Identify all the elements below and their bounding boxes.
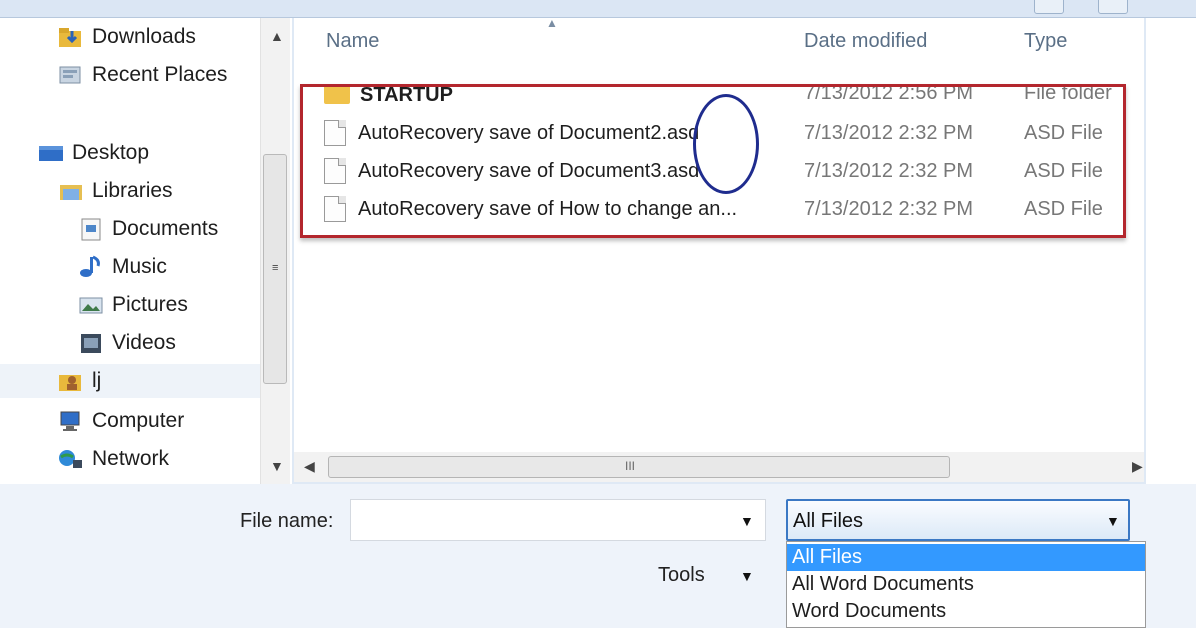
horizontal-scrollbar[interactable]: ◀ III ▶ bbox=[294, 452, 1144, 482]
nav-item-label: Libraries bbox=[92, 179, 173, 202]
nav-item-user-lj[interactable]: lj bbox=[0, 364, 260, 398]
column-header-name[interactable]: Name bbox=[326, 30, 379, 53]
nav-item-desktop[interactable]: Desktop bbox=[38, 136, 149, 170]
file-name-dropdown-arrow-icon[interactable]: ▼ bbox=[740, 513, 754, 529]
oval-annotation bbox=[693, 94, 759, 194]
file-type-option[interactable]: All Files bbox=[787, 544, 1145, 571]
nav-item-downloads[interactable]: Downloads bbox=[58, 20, 196, 54]
recent-places-icon bbox=[58, 63, 84, 87]
music-note-icon bbox=[78, 255, 104, 279]
horizontal-scrollbar-thumb[interactable]: III bbox=[328, 456, 950, 478]
nav-item-label: Downloads bbox=[92, 25, 196, 48]
nav-item-music[interactable]: Music bbox=[78, 250, 167, 284]
videos-icon bbox=[78, 331, 104, 355]
libraries-icon bbox=[58, 179, 84, 203]
chevron-down-icon[interactable]: ▼ bbox=[1106, 513, 1120, 529]
scroll-down-arrow-icon[interactable]: ▼ bbox=[270, 458, 284, 474]
view-options-button[interactable] bbox=[1034, 0, 1064, 14]
desktop-icon bbox=[38, 141, 64, 165]
nav-item-documents[interactable]: Documents bbox=[78, 212, 218, 246]
file-type-filter-value: All Files bbox=[793, 510, 864, 532]
file-type-options-list: All Files All Word Documents Word Docume… bbox=[786, 541, 1146, 628]
right-margin bbox=[1146, 18, 1196, 484]
tools-dropdown-arrow-icon[interactable]: ▼ bbox=[740, 568, 754, 584]
nav-item-label: Computer bbox=[92, 409, 185, 432]
nav-item-videos[interactable]: Videos bbox=[78, 326, 176, 360]
nav-item-label: Desktop bbox=[72, 141, 150, 164]
navigation-pane: Downloads Recent Places Desktop Librarie… bbox=[0, 18, 292, 486]
nav-item-label: Pictures bbox=[112, 293, 188, 316]
scroll-up-arrow-icon[interactable]: ▲ bbox=[270, 28, 284, 44]
network-icon bbox=[58, 447, 84, 471]
help-button[interactable] bbox=[1098, 0, 1128, 14]
column-header-date-modified[interactable]: Date modified bbox=[804, 30, 927, 53]
pictures-icon bbox=[78, 293, 104, 317]
file-type-option[interactable]: Word Documents bbox=[787, 598, 1145, 625]
nav-item-label: Network bbox=[92, 447, 170, 470]
grip-icon: ≡ bbox=[272, 262, 279, 274]
nav-item-computer[interactable]: Computer bbox=[58, 404, 184, 438]
nav-item-label: Music bbox=[112, 255, 167, 278]
scroll-right-arrow-icon[interactable]: ▶ bbox=[1132, 458, 1143, 475]
scroll-grip: III bbox=[625, 459, 636, 473]
scroll-left-arrow-icon[interactable]: ◀ bbox=[304, 458, 315, 475]
nav-item-network[interactable]: Network bbox=[58, 442, 169, 476]
tools-menu-button[interactable]: Tools bbox=[658, 564, 705, 587]
nav-item-label: Recent Places bbox=[92, 63, 228, 86]
nav-item-label: lj bbox=[92, 369, 102, 392]
file-name-input[interactable] bbox=[350, 499, 766, 541]
user-folder-icon bbox=[58, 369, 84, 393]
nav-item-label: Videos bbox=[112, 331, 176, 354]
nav-item-label: Documents bbox=[112, 217, 219, 240]
nav-item-recent-places[interactable]: Recent Places bbox=[58, 58, 227, 92]
navigation-scrollbar[interactable]: ▲ ≡ ▼ bbox=[260, 18, 290, 484]
downloads-folder-icon bbox=[58, 25, 84, 49]
documents-library-icon bbox=[78, 217, 104, 241]
file-name-label: File name: bbox=[240, 510, 334, 532]
column-header-type[interactable]: Type bbox=[1024, 30, 1067, 53]
file-type-option[interactable]: All Word Documents bbox=[787, 571, 1145, 598]
title-strip bbox=[0, 0, 1196, 18]
nav-item-pictures[interactable]: Pictures bbox=[78, 288, 188, 322]
file-type-filter-select[interactable]: All Files ▼ bbox=[786, 499, 1130, 541]
nav-item-libraries[interactable]: Libraries bbox=[58, 174, 173, 208]
computer-icon bbox=[58, 409, 84, 433]
sort-ascending-icon: ▲ bbox=[546, 16, 558, 30]
